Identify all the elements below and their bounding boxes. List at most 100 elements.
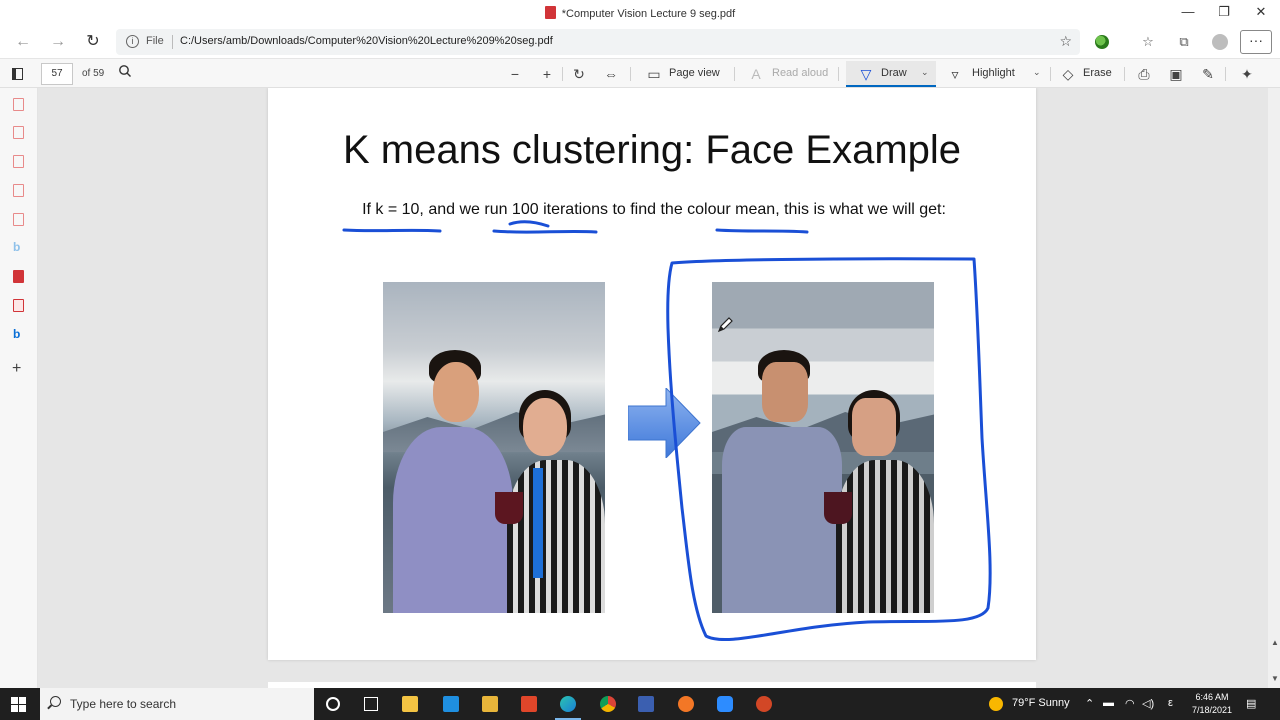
tab-pdf-icon[interactable] — [13, 184, 24, 197]
pdf-toolbar: 57 of 59 − + ↻ ⇔ ▭ Page view A Read alou… — [0, 58, 1280, 88]
window-title: *Computer Vision Lecture 9 seg.pdf — [561, 8, 736, 20]
search-placeholder[interactable]: Type here to search — [70, 697, 176, 711]
taskbar-search-box[interactable]: Type here to search — [40, 688, 314, 720]
window-title-wrap: *Computer Vision Lecture 9 seg.pdf — [0, 6, 1280, 20]
pdf-viewport[interactable]: K means clustering: Face Example If k = … — [38, 88, 1268, 688]
address-bar-row: ← → ↻ i File C:/Users/amb/Downloads/Comp… — [0, 26, 1280, 58]
page-number-input[interactable]: 57 — [41, 63, 73, 85]
highlight-icon[interactable]: ▿ — [944, 64, 966, 84]
pin-toolbar-icon[interactable]: ✦ — [1236, 64, 1258, 84]
draw-label[interactable]: Draw — [881, 67, 907, 79]
find-glyph — [119, 65, 131, 77]
toolbar-separator — [734, 67, 735, 81]
back-arrow-icon[interactable]: ← — [10, 30, 36, 54]
page-count: of 59 — [82, 68, 105, 79]
contents-panel-icon[interactable] — [12, 68, 23, 80]
page-view-button[interactable]: Page view — [669, 67, 720, 79]
clock-date: 7/18/2021 — [1191, 705, 1233, 715]
edge-browser-icon[interactable] — [560, 696, 576, 712]
tab-pdf-icon[interactable] — [13, 126, 24, 139]
scheme-label: File — [146, 35, 164, 47]
title-bar: *Computer Vision Lecture 9 seg.pdf — ❐ ✕ — [0, 0, 1280, 26]
print-icon[interactable]: ⎙ — [1133, 64, 1155, 84]
highlight-options-chevron-icon[interactable]: ⌄ — [1033, 67, 1041, 78]
fit-page-icon[interactable]: ⇔ — [600, 64, 622, 84]
ink-annotations[interactable] — [268, 88, 1036, 660]
scroll-down-arrow-icon[interactable]: ▼ — [1271, 674, 1279, 683]
task-view-icon[interactable] — [364, 697, 378, 711]
tray-app-icon[interactable]: ▬ — [1103, 697, 1114, 709]
new-tab-plus-icon[interactable]: + — [12, 360, 21, 378]
file-explorer-icon[interactable] — [482, 696, 498, 712]
favorites-icon[interactable]: ☆ — [1137, 32, 1159, 52]
forward-arrow-icon[interactable]: → — [45, 30, 71, 54]
toolbar-separator — [562, 67, 563, 81]
tab-pdf-icon[interactable] — [13, 155, 24, 168]
erase-button[interactable]: Erase — [1083, 67, 1112, 79]
info-icon[interactable]: i — [126, 35, 139, 48]
zoom-out-icon[interactable]: − — [504, 64, 526, 84]
volume-icon[interactable]: ◁) — [1142, 697, 1154, 710]
zoom-icon[interactable] — [717, 696, 733, 712]
tab-bing-icon[interactable]: b — [13, 240, 20, 254]
add-favorite-icon[interactable]: ☆ — [1059, 33, 1072, 50]
draw-pen-icon[interactable]: ▽ — [855, 64, 877, 84]
find-icon[interactable] — [114, 63, 136, 83]
weather-text[interactable]: 79°F Sunny — [1012, 697, 1070, 709]
tab-pdf-icon[interactable] — [13, 98, 24, 111]
jupyter-icon[interactable] — [678, 696, 694, 712]
extension-icon[interactable] — [1095, 35, 1109, 49]
chrome-icon[interactable] — [600, 696, 616, 712]
sunny-weather-icon[interactable] — [989, 697, 1003, 711]
refresh-icon[interactable]: ↻ — [80, 30, 106, 54]
powerpoint-icon[interactable] — [756, 696, 772, 712]
address-bar[interactable]: i File C:/Users/amb/Downloads/Computer%2… — [116, 29, 1080, 55]
mail-icon[interactable] — [443, 696, 459, 712]
tab-pdf-icon-active[interactable] — [13, 299, 24, 312]
input-method-indicator[interactable]: ε — [1168, 697, 1173, 709]
ink-underline-colour-mean[interactable] — [715, 228, 809, 234]
notifications-icon[interactable]: ▤ — [1246, 697, 1256, 710]
pdf-page: K means clustering: Face Example If k = … — [268, 88, 1036, 660]
tab-pdf-icon[interactable] — [13, 270, 24, 283]
windows-taskbar: Type here to search 79°F Sunny ⌃ ▬ ◠ ◁) … — [0, 688, 1280, 720]
scroll-up-arrow-icon[interactable]: ▲ — [1271, 638, 1279, 647]
erase-icon[interactable]: ◇ — [1057, 64, 1079, 84]
store-icon[interactable] — [402, 696, 418, 712]
restore-button[interactable]: ❐ — [1206, 0, 1242, 26]
clock-time: 6:46 AM — [1195, 692, 1229, 702]
windows-start-icon[interactable] — [11, 697, 26, 712]
zoom-in-icon[interactable]: + — [536, 64, 558, 84]
remote-desktop-icon[interactable] — [638, 696, 654, 712]
collections-icon[interactable]: ⧉ — [1173, 32, 1195, 52]
rotate-icon[interactable]: ↻ — [568, 64, 590, 84]
toolbar-separator — [1050, 67, 1051, 81]
ink-underline-k10[interactable] — [342, 228, 442, 233]
close-button[interactable]: ✕ — [1243, 0, 1279, 26]
network-icon[interactable]: ◠ — [1125, 697, 1135, 710]
vertical-tabs-sidebar: b b + — [0, 88, 38, 688]
pdf-file-icon — [544, 6, 556, 19]
vertical-scrollbar[interactable]: ▲ ▼ — [1268, 88, 1280, 688]
draw-options-chevron-icon[interactable]: ⌄ — [921, 67, 929, 78]
minimize-button[interactable]: — — [1170, 0, 1206, 26]
profile-avatar[interactable] — [1212, 34, 1228, 50]
pen-cursor-icon — [717, 317, 733, 333]
office-icon[interactable] — [521, 696, 537, 712]
save-icon[interactable]: ▣ — [1165, 64, 1187, 84]
tab-bing-icon[interactable]: b — [13, 327, 20, 341]
toolbar-separator — [1225, 67, 1226, 81]
read-aloud-icon: A — [751, 66, 761, 82]
page-view-icon[interactable]: ▭ — [643, 64, 665, 84]
cortana-icon[interactable] — [326, 697, 340, 711]
toolbar-separator — [1124, 67, 1125, 81]
clock[interactable]: 6:46 AM 7/18/2021 — [1188, 691, 1236, 717]
ink-underline-100-iterations[interactable] — [492, 220, 598, 234]
settings-more-button[interactable]: ··· — [1240, 30, 1272, 54]
highlight-button[interactable]: Highlight — [972, 67, 1015, 79]
save-as-icon[interactable]: ✎ — [1197, 64, 1219, 84]
tray-chevron-icon[interactable]: ⌃ — [1085, 697, 1094, 710]
url-text[interactable]: C:/Users/amb/Downloads/Computer%20Vision… — [180, 35, 553, 47]
tab-pdf-icon[interactable] — [13, 213, 24, 226]
toolbar-separator — [630, 67, 631, 81]
